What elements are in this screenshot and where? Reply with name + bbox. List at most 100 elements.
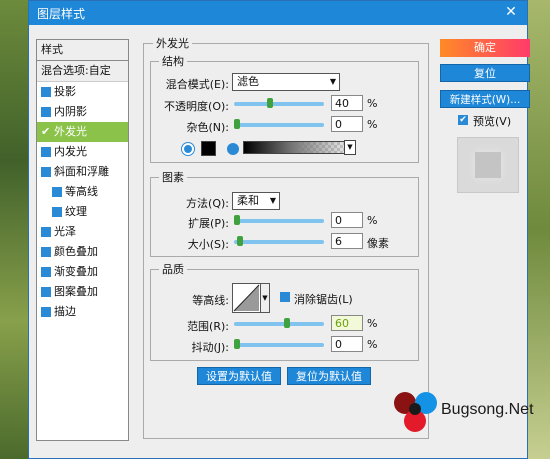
- blend-mode-select[interactable]: 滤色 ▼: [232, 73, 340, 91]
- jitter-field[interactable]: 0: [331, 336, 363, 352]
- checkmark-icon[interactable]: ✔: [41, 122, 50, 142]
- quality-title: 品质: [159, 261, 187, 277]
- style-item-inner-glow[interactable]: 内发光: [37, 142, 128, 162]
- style-item-stroke[interactable]: 描边: [37, 302, 128, 322]
- title-bar: 图层样式 ✕: [29, 1, 527, 25]
- color-swatch[interactable]: [201, 141, 216, 156]
- antialias-checkbox[interactable]: [280, 292, 290, 302]
- ok-button[interactable]: 确定: [440, 39, 530, 57]
- style-item-pattern-overlay[interactable]: 图案叠加: [37, 282, 128, 302]
- style-item-label: 描边: [54, 305, 76, 318]
- solid-color-radio[interactable]: [182, 143, 194, 155]
- spread-slider[interactable]: [234, 215, 324, 225]
- noise-field[interactable]: 0: [331, 116, 363, 132]
- gradient-dropdown-icon[interactable]: ▼: [344, 140, 356, 155]
- range-slider[interactable]: [234, 318, 324, 328]
- reset-button[interactable]: 复位: [440, 64, 530, 82]
- watermark-text: Bugsong.Net: [441, 401, 534, 418]
- checkbox-icon[interactable]: [41, 107, 51, 117]
- slider-thumb[interactable]: [237, 236, 243, 246]
- checkbox-icon[interactable]: [41, 267, 51, 277]
- checkbox-icon[interactable]: [41, 167, 51, 177]
- antialias-label: 消除锯齿(L): [294, 293, 353, 306]
- preview-label: 预览(V): [473, 115, 512, 128]
- range-unit: %: [367, 317, 378, 330]
- spread-field[interactable]: 0: [331, 212, 363, 228]
- jitter-label: 抖动(J):: [191, 341, 229, 354]
- style-item-satin[interactable]: 光泽: [37, 222, 128, 242]
- slider-thumb[interactable]: [234, 119, 240, 129]
- layer-style-dialog: 图层样式 ✕ 样式 混合选项:自定 投影 内阴影 ✔ 外发光 内发光 斜面和浮雕 …: [28, 0, 534, 459]
- checkbox-icon[interactable]: [41, 247, 51, 257]
- close-icon[interactable]: ✕: [501, 2, 521, 22]
- technique-value: 柔和: [237, 194, 259, 207]
- style-item-color-overlay[interactable]: 颜色叠加: [37, 242, 128, 262]
- range-label: 范围(R):: [187, 320, 229, 333]
- slider-thumb[interactable]: [234, 339, 240, 349]
- style-item-label: 内阴影: [54, 105, 87, 118]
- style-item-contour[interactable]: 等高线: [37, 182, 128, 202]
- style-item-label: 图案叠加: [54, 285, 98, 298]
- size-field[interactable]: 6: [331, 233, 363, 249]
- contour-curve-icon: [233, 284, 260, 312]
- style-item-label: 渐变叠加: [54, 265, 98, 278]
- jitter-unit: %: [367, 338, 378, 351]
- set-default-button[interactable]: 设置为默认值: [197, 367, 281, 385]
- slider-thumb[interactable]: [284, 318, 290, 328]
- spread-label: 扩展(P):: [188, 217, 229, 230]
- bugsong-logo: [394, 392, 437, 432]
- style-item-label: 光泽: [54, 225, 76, 238]
- new-style-button[interactable]: 新建样式(W)...: [440, 90, 530, 108]
- size-unit: 像素: [367, 237, 389, 250]
- blend-mode-value: 滤色: [237, 75, 259, 88]
- contour-label: 等高线:: [192, 294, 229, 307]
- chevron-down-icon: ▼: [269, 196, 276, 205]
- slider-thumb[interactable]: [234, 215, 240, 225]
- style-item-gradient-overlay[interactable]: 渐变叠加: [37, 262, 128, 282]
- style-item-label: 内发光: [54, 145, 87, 158]
- checkbox-icon[interactable]: [41, 147, 51, 157]
- gradient-radio[interactable]: [227, 143, 239, 155]
- style-item-label: 颜色叠加: [54, 245, 98, 258]
- style-item-bevel-emboss[interactable]: 斜面和浮雕: [37, 162, 128, 182]
- style-item-label: 投影: [54, 85, 76, 98]
- reset-default-button[interactable]: 复位为默认值: [287, 367, 371, 385]
- preview-thumbnail: [475, 152, 501, 178]
- gradient-picker[interactable]: [243, 141, 353, 154]
- jitter-slider[interactable]: [234, 339, 324, 349]
- style-item-texture[interactable]: 纹理: [37, 202, 128, 222]
- opacity-field[interactable]: 40: [331, 95, 363, 111]
- contour-picker[interactable]: ▼: [232, 283, 270, 313]
- slider-thumb[interactable]: [267, 98, 273, 108]
- style-item-label: 外发光: [54, 125, 87, 138]
- blend-options-item[interactable]: 混合选项:自定: [37, 61, 128, 82]
- style-item-inner-shadow[interactable]: 内阴影: [37, 102, 128, 122]
- chevron-down-icon: ▼: [329, 77, 336, 86]
- background-left: [0, 0, 30, 459]
- technique-label: 方法(Q):: [186, 197, 229, 210]
- technique-select[interactable]: 柔和 ▼: [232, 192, 280, 210]
- checkbox-icon[interactable]: [41, 307, 51, 317]
- structure-title: 结构: [159, 53, 187, 69]
- opacity-slider[interactable]: [234, 98, 324, 108]
- noise-slider[interactable]: [234, 119, 324, 129]
- range-field[interactable]: 60: [331, 315, 363, 331]
- noise-label: 杂色(N):: [186, 121, 229, 134]
- style-preview-swatch: [457, 137, 519, 193]
- styles-list: 样式 混合选项:自定 投影 内阴影 ✔ 外发光 内发光 斜面和浮雕 等高线 纹理 …: [36, 39, 129, 441]
- styles-list-header: 样式: [37, 40, 128, 61]
- outer-glow-title: 外发光: [153, 35, 192, 51]
- checkbox-icon[interactable]: [41, 87, 51, 97]
- background-right: [528, 0, 550, 459]
- style-item-label: 纹理: [65, 205, 87, 218]
- checkbox-icon[interactable]: [41, 287, 51, 297]
- checkbox-icon[interactable]: [41, 227, 51, 237]
- checkbox-icon[interactable]: [52, 187, 62, 197]
- preview-checkbox[interactable]: ✔: [458, 115, 468, 125]
- style-item-outer-glow[interactable]: ✔ 外发光: [37, 122, 128, 142]
- chevron-down-icon: ▼: [260, 284, 269, 312]
- size-slider[interactable]: [234, 236, 324, 246]
- checkbox-icon[interactable]: [52, 207, 62, 217]
- style-item-drop-shadow[interactable]: 投影: [37, 82, 128, 102]
- style-item-label: 等高线: [65, 185, 98, 198]
